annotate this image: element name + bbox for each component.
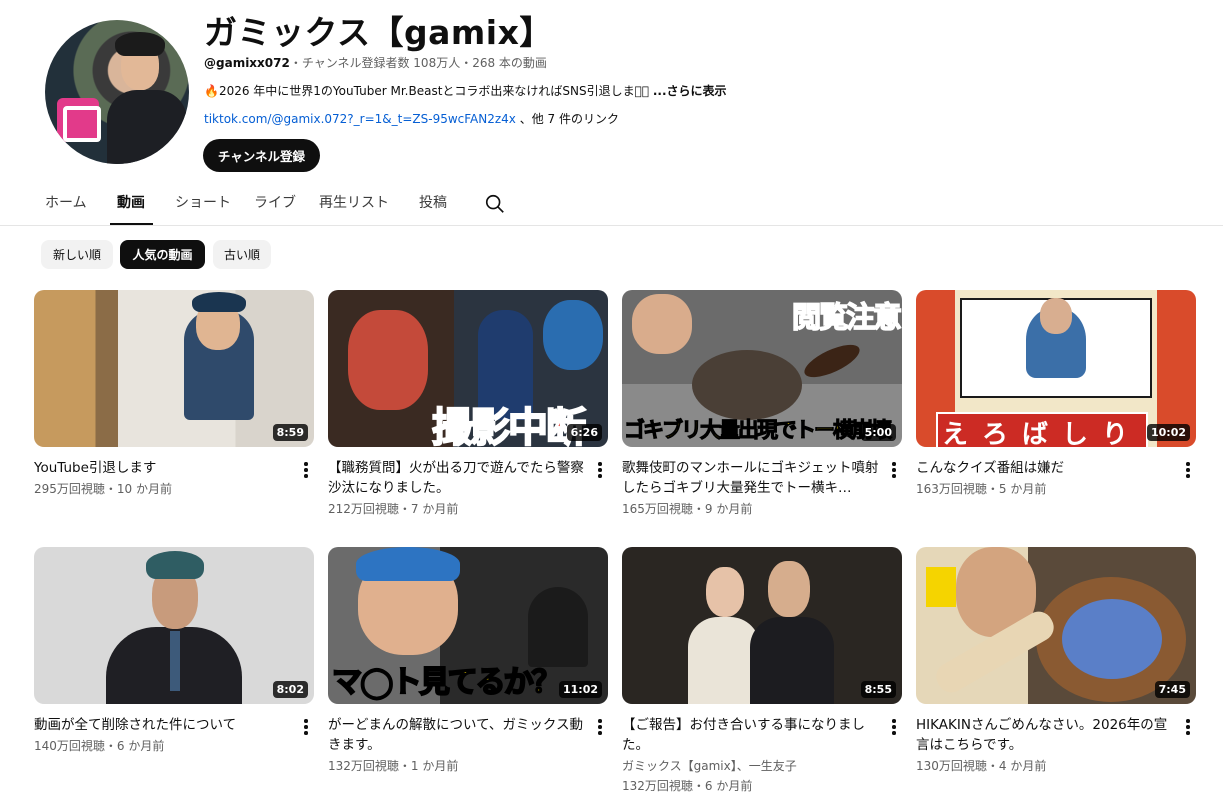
tab-videos[interactable]: 動画 — [117, 192, 145, 212]
video-duration: 7:45 — [1154, 681, 1190, 698]
video-stats: 140万回視聴・6 か月前 — [34, 739, 165, 753]
tab-posts[interactable]: 投稿 — [419, 192, 447, 212]
description-text: 🔥2026 年中に世界1のYouTuber Mr.Beastとコラボ出来なければ… — [204, 84, 650, 98]
video-stats: 295万回視聴・10 か月前 — [34, 482, 172, 496]
thumbnail-caption: マ◯ト見てるか？ — [331, 664, 563, 701]
active-tab-indicator — [110, 223, 153, 225]
tab-playlists[interactable]: 再生リスト — [319, 192, 389, 212]
video-thumbnail[interactable]: 閲覧注意 ゴキブリ大量出現でトー横崩壊 5:00 — [622, 290, 902, 447]
video-stats: 132万回視聴・1 か月前 — [328, 759, 459, 773]
more-vert-icon[interactable] — [598, 462, 602, 478]
video-duration: 10:02 — [1146, 424, 1190, 441]
channel-description[interactable]: 🔥2026 年中に世界1のYouTuber Mr.Beastとコラボ出来なければ… — [204, 82, 727, 99]
video-duration: 8:59 — [272, 424, 308, 441]
channel-avatar — [45, 20, 189, 164]
video-stats: 130万回視聴・4 か月前 — [916, 759, 1047, 773]
chip-oldest[interactable]: 古い順 — [213, 240, 271, 269]
video-stats: 212万回視聴・7 か月前 — [328, 502, 459, 516]
channel-links: tiktok.com/@gamix.072?_r=1&_t=ZS-95wcFAN… — [204, 110, 619, 127]
chip-newest[interactable]: 新しい順 — [41, 240, 113, 269]
video-title[interactable]: HIKAKINさんごめんなさい。2026年の宣言はこちらです。 — [916, 715, 1178, 755]
tab-live[interactable]: ライブ — [254, 192, 296, 212]
video-duration: 6:26 — [566, 424, 602, 441]
channel-meta: @gamixx072・チャンネル登録者数 108万人・268 本の動画 — [204, 54, 547, 71]
video-title[interactable]: YouTube引退します — [34, 458, 296, 478]
channel-tabs: ホーム 動画 ショート ライブ 再生リスト 投稿 — [0, 180, 1223, 226]
channel-link-url[interactable]: tiktok.com/@gamix.072?_r=1&_t=ZS-95wcFAN… — [204, 112, 516, 126]
show-more-link[interactable]: ...さらに表示 — [653, 84, 727, 98]
more-vert-icon[interactable] — [598, 719, 602, 735]
tab-home[interactable]: ホーム — [45, 192, 87, 212]
thumbnail-caption-top: 閲覧注意 — [791, 299, 902, 335]
video-title[interactable]: 【職務質問】火が出る刀で遊んでたら警察沙汰になりました。 — [328, 458, 590, 498]
search-icon[interactable] — [484, 193, 506, 215]
video-stats: 163万回視聴・5 か月前 — [916, 482, 1047, 496]
video-thumbnail[interactable]: えろばしり 10:02 — [916, 290, 1196, 447]
video-duration: 8:55 — [860, 681, 896, 698]
channel-title: ガミックス【gamix】 — [204, 13, 553, 52]
video-thumbnail[interactable]: 8:55 — [622, 547, 902, 704]
more-vert-icon[interactable] — [304, 719, 308, 735]
video-thumbnail[interactable]: 撮影中断 6:26 — [328, 290, 608, 447]
thumbnail-caption: えろばしり — [936, 412, 1149, 447]
video-title[interactable]: こんなクイズ番組は嫌だ — [916, 458, 1178, 478]
video-channel[interactable]: ガミックス【gamix】、一生友子 — [622, 757, 797, 774]
channel-stats: ・チャンネル登録者数 108万人・268 本の動画 — [289, 56, 547, 70]
video-title[interactable]: がーどまんの解散について、ガミックス動きます。 — [328, 715, 590, 755]
video-title[interactable]: 歌舞伎町のマンホールにゴキジェット噴射したらゴキブリ大量発生でトー横キ… — [622, 458, 884, 498]
more-vert-icon[interactable] — [892, 719, 896, 735]
chip-popular[interactable]: 人気の動画 — [120, 240, 205, 269]
video-duration: 5:00 — [860, 424, 896, 441]
channel-handle: @gamixx072 — [204, 56, 290, 70]
video-thumbnail[interactable]: マ◯ト見てるか？ 11:02 — [328, 547, 608, 704]
video-thumbnail[interactable]: 7:45 — [916, 547, 1196, 704]
video-duration: 11:02 — [558, 681, 602, 698]
more-vert-icon[interactable] — [892, 462, 896, 478]
video-title[interactable]: 【ご報告】お付き合いする事になりました。 — [622, 715, 884, 755]
video-duration: 8:02 — [272, 681, 308, 698]
thumbnail-caption: ゴキブリ大量出現でトー横崩壊 — [624, 418, 893, 443]
video-stats: 132万回視聴・6 か月前 — [622, 779, 753, 793]
thumbnail-caption: 撮影中断 — [431, 404, 587, 447]
tab-shorts[interactable]: ショート — [175, 192, 231, 212]
more-vert-icon[interactable] — [1186, 462, 1190, 478]
more-vert-icon[interactable] — [304, 462, 308, 478]
subscribe-button[interactable]: チャンネル登録 — [203, 139, 320, 172]
more-vert-icon[interactable] — [1186, 719, 1190, 735]
other-links-button[interactable]: 、他 7 件のリンク — [520, 112, 619, 126]
video-thumbnail[interactable]: 8:02 — [34, 547, 314, 704]
video-title[interactable]: 動画が全て削除された件について — [34, 715, 296, 735]
video-stats: 165万回視聴・9 か月前 — [622, 502, 753, 516]
video-thumbnail[interactable]: 8:59 — [34, 290, 314, 447]
